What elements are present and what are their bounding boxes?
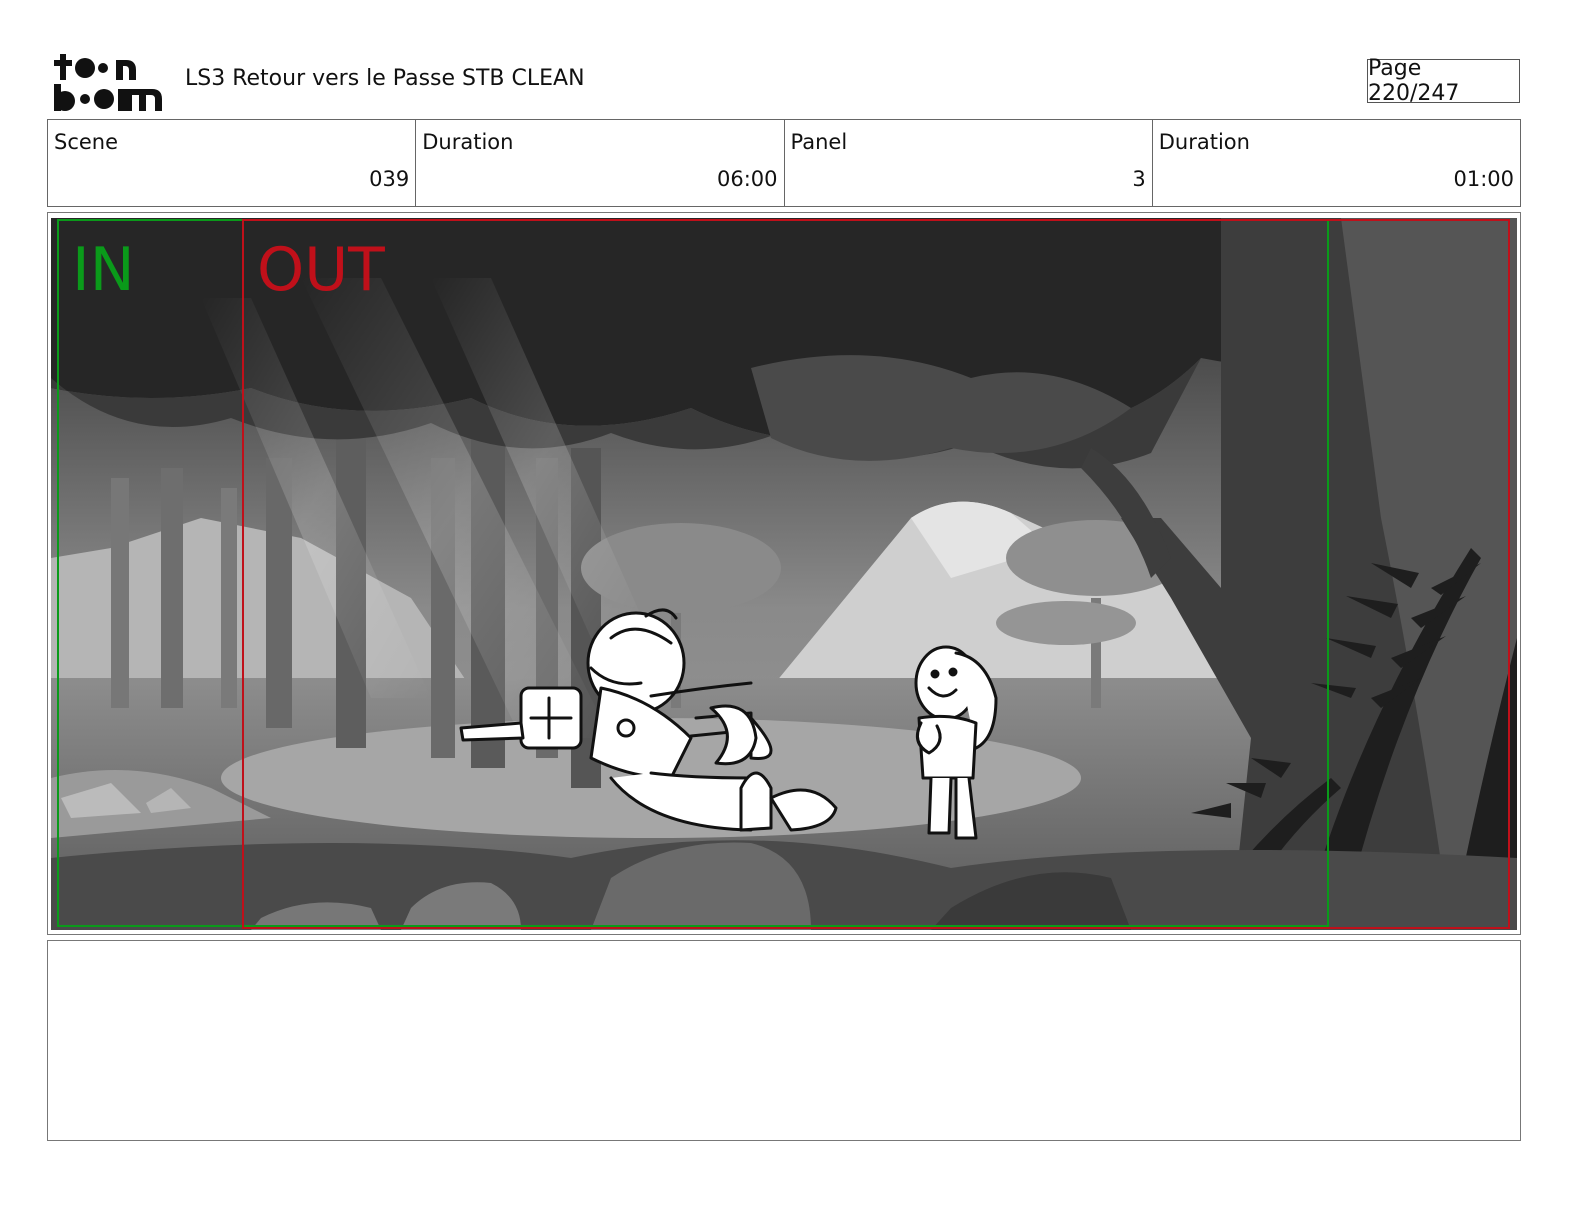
toonboom-logo-mark [54,54,162,111]
scene-duration-label: Duration [422,130,514,154]
panel-duration-value: 01:00 [1453,167,1514,191]
scene-label: Scene [54,130,119,154]
forest-scene-illustration [51,218,1517,930]
scene-duration-value: 06:00 [716,167,778,191]
scene-cell: Scene 039 [48,120,417,206]
panel-value: 3 [1132,167,1146,191]
panel-label: Panel [790,130,848,154]
panel-duration-label: Duration [1158,130,1250,154]
scene-info-table: Scene 039 Duration 06:00 Panel 3 Duratio… [47,119,1521,207]
out-marker-label: OUT [257,235,385,305]
page-indicator: Page 220/247 [1367,56,1520,106]
panel-duration-cell: Duration 01:00 [1153,120,1520,206]
in-marker-label: IN [72,235,135,305]
scene-value: 039 [369,167,410,191]
panel-cell: Panel 3 [785,120,1153,206]
panel-notes-box [47,940,1521,1141]
document-title: LS3 Retour vers le Passe STB CLEAN [185,66,585,91]
storyboard-panel-image [51,218,1517,930]
scene-duration-cell: Duration 06:00 [416,120,785,206]
toonboom-logo [52,52,164,112]
